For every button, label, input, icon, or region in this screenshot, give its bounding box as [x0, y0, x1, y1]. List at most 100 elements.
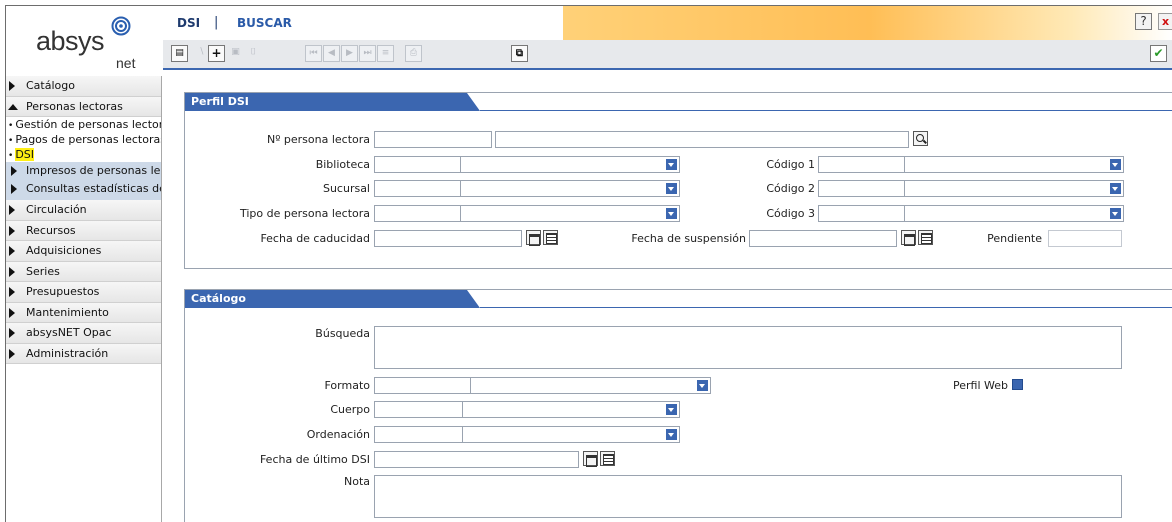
- main-content: Perfil DSI Nº persona lectora Biblioteca…: [163, 72, 1172, 522]
- calendar-icon[interactable]: [583, 451, 598, 467]
- chevron-down-icon: [1110, 208, 1121, 219]
- toolbar: ▤ ∖ + ▣ ⌷ ⏮ ◀ ▶ ⏭ ≡ ⎙ ⧉ ✔: [163, 40, 1172, 70]
- fecha-dsi-label: Fecha de último DSI: [259, 453, 370, 466]
- first-icon: ⏮: [305, 45, 322, 62]
- perfil-web-checkbox[interactable]: [1012, 379, 1023, 390]
- tipo-label: Tipo de persona lectora: [239, 207, 370, 220]
- sidebar-subitem-gestion[interactable]: • Gestión de personas lectoras: [6, 117, 161, 132]
- suspension-label: Fecha de suspensión: [631, 232, 746, 245]
- formato-select[interactable]: [470, 377, 711, 394]
- title-bar: DSI | BUSCAR ? x: [163, 6, 1172, 40]
- ordenacion-label: Ordenación: [306, 428, 370, 441]
- codigo1-code-field[interactable]: [818, 156, 905, 173]
- codigo3-code-field[interactable]: [818, 205, 905, 222]
- nota-label: Nota: [343, 475, 370, 488]
- list-icon: ≡: [377, 45, 394, 62]
- buscar-link[interactable]: BUSCAR: [237, 16, 292, 30]
- persona-name-field[interactable]: [495, 131, 909, 148]
- busqueda-textarea[interactable]: [374, 326, 1122, 369]
- caducidad-label: Fecha de caducidad: [260, 232, 370, 245]
- perfil-dsi-header: Perfil DSI: [185, 93, 480, 111]
- ordenacion-select[interactable]: [462, 426, 680, 443]
- title-separator: |: [214, 15, 219, 30]
- delete-icon: ⌷: [250, 47, 257, 57]
- next-icon: ▶: [341, 45, 358, 62]
- sidebar-item-personas-lectoras[interactable]: Personas lectoras: [6, 96, 161, 117]
- add-button[interactable]: +: [208, 45, 225, 62]
- chevron-down-icon: [666, 208, 677, 219]
- persona-label: Nº persona lectora: [266, 133, 370, 146]
- sidebar-item-adquisiciones[interactable]: Adquisiciones: [6, 241, 161, 262]
- last-icon: ⏭: [359, 45, 376, 62]
- date-list-icon[interactable]: [543, 230, 558, 245]
- catalogo-header: Catálogo: [185, 290, 480, 308]
- app-logo: absys net: [6, 6, 162, 74]
- codigo2-select[interactable]: [904, 180, 1124, 197]
- sidebar-group-impresos[interactable]: Impresos de personas lectoras: [6, 162, 161, 180]
- chevron-down-icon: [666, 429, 677, 440]
- record-menu-icon[interactable]: ▤: [171, 45, 188, 62]
- biblioteca-code-field[interactable]: [374, 156, 461, 173]
- sidebar-item-catalogo[interactable]: Catálogo: [6, 76, 161, 97]
- tipo-code-field[interactable]: [374, 205, 461, 222]
- date-list-icon[interactable]: [918, 230, 933, 245]
- codigo1-label: Código 1: [766, 158, 815, 171]
- print-icon: ⎙: [405, 45, 422, 62]
- accept-icon[interactable]: ✔: [1150, 45, 1167, 62]
- biblioteca-label: Biblioteca: [315, 158, 370, 171]
- tipo-select[interactable]: [460, 205, 680, 222]
- busqueda-label: Búsqueda: [315, 327, 370, 340]
- codigo2-label: Código 2: [766, 182, 815, 195]
- sidebar-subitem-dsi[interactable]: • DSI: [6, 147, 161, 162]
- chevron-down-icon: [666, 159, 677, 170]
- chevron-down-icon: [697, 380, 708, 391]
- sidebar-item-presupuestos[interactable]: Presupuestos: [6, 282, 161, 303]
- cuerpo-select[interactable]: [462, 401, 680, 418]
- ordenacion-code-field[interactable]: [374, 426, 463, 443]
- chevron-down-icon: [666, 183, 677, 194]
- fecha-dsi-field[interactable]: [374, 451, 579, 468]
- calendar-icon[interactable]: [901, 230, 916, 246]
- formato-code-field[interactable]: [374, 377, 471, 394]
- chevron-down-icon: [1110, 183, 1121, 194]
- pendiente-label: Pendiente: [987, 232, 1042, 245]
- codigo3-select[interactable]: [904, 205, 1124, 222]
- biblioteca-select[interactable]: [460, 156, 680, 173]
- logo-subtext: net: [116, 55, 136, 71]
- sidebar-group-consultas[interactable]: Consultas estadísticas de personas lecto…: [6, 180, 161, 200]
- perfil-web-label: Perfil Web: [953, 379, 1008, 392]
- sidebar-item-series[interactable]: Series: [6, 261, 161, 282]
- cuerpo-label: Cuerpo: [330, 403, 370, 416]
- sucursal-code-field[interactable]: [374, 180, 461, 197]
- cuerpo-code-field[interactable]: [374, 401, 463, 418]
- caducidad-date-field[interactable]: [374, 230, 522, 247]
- calendar-icon[interactable]: [526, 230, 541, 246]
- sucursal-label: Sucursal: [322, 182, 370, 195]
- chevron-down-icon: [1110, 159, 1121, 170]
- copy-icon[interactable]: ⧉: [511, 45, 528, 62]
- sidebar-item-recursos[interactable]: Recursos: [6, 220, 161, 241]
- sidebar-item-mantenimiento[interactable]: Mantenimiento: [6, 302, 161, 323]
- sidebar-nav: Catálogo Personas lectoras • Gestión de p…: [6, 76, 162, 522]
- pendiente-field[interactable]: [1048, 230, 1122, 247]
- nota-textarea[interactable]: [374, 475, 1122, 518]
- formato-label: Formato: [324, 379, 371, 392]
- sidebar-item-circulacion[interactable]: Circulación: [6, 200, 161, 221]
- codigo1-select[interactable]: [904, 156, 1124, 173]
- page-title: DSI: [177, 16, 201, 30]
- help-button[interactable]: ?: [1135, 13, 1152, 30]
- save-icon: ▣: [231, 47, 240, 57]
- suspension-date-field[interactable]: [749, 230, 897, 247]
- sucursal-select[interactable]: [460, 180, 680, 197]
- date-list-icon[interactable]: [600, 451, 615, 466]
- search-icon[interactable]: [913, 131, 928, 146]
- chevron-down-icon: [666, 404, 677, 415]
- prev-icon: ◀: [323, 45, 340, 62]
- sidebar-item-administracion[interactable]: Administración: [6, 343, 161, 364]
- sidebar-item-absysnet-opac[interactable]: absysNET Opac: [6, 323, 161, 344]
- persona-id-field[interactable]: [374, 131, 492, 148]
- codigo2-code-field[interactable]: [818, 180, 905, 197]
- close-button[interactable]: x: [1158, 13, 1172, 30]
- logo-text: absys: [36, 26, 105, 56]
- sidebar-subitem-pagos[interactable]: • Pagos de personas lectoras: [6, 132, 161, 147]
